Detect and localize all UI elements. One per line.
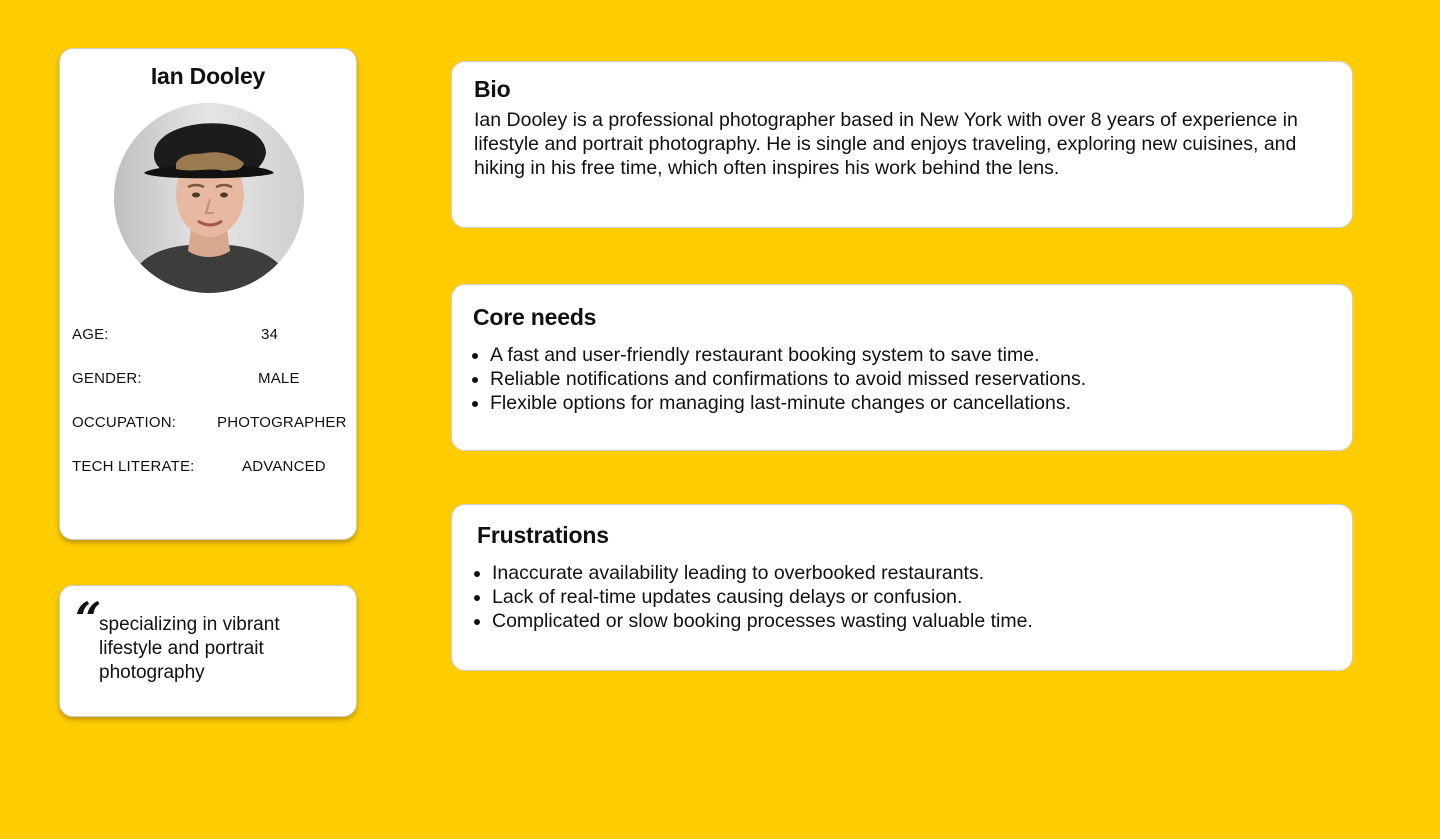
quote-text: specializing in vibrant lifestyle and po… (99, 614, 280, 683)
list-item: Reliable notifications and confirmations… (490, 367, 1086, 391)
frustrations-heading: Frustrations (477, 522, 609, 548)
tech-literate-label: TECH LITERATE: (72, 458, 195, 475)
list-item: Inaccurate availability leading to overb… (492, 561, 1033, 585)
frustrations-card: Frustrations Inaccurate availability lea… (451, 504, 1353, 671)
gender-row: GENDER: MALE (72, 370, 350, 390)
occupation-value: PHOTOGRAPHER (217, 414, 347, 431)
tech-literate-value: ADVANCED (242, 458, 326, 475)
portrait-photo-icon (114, 103, 304, 293)
bio-card: Bio Ian Dooley is a professional photogr… (451, 61, 1353, 228)
core-needs-list: A fast and user-friendly restaurant book… (472, 343, 1086, 415)
core-needs-card: Core needs A fast and user-friendly rest… (451, 284, 1353, 451)
core-needs-heading: Core needs (473, 304, 597, 330)
gender-label: GENDER: (72, 370, 142, 387)
list-item: Lack of real-time updates causing delays… (492, 585, 1033, 609)
age-value: 34 (261, 326, 279, 343)
frustrations-list: Inaccurate availability leading to overb… (474, 561, 1033, 633)
list-item: Flexible options for managing last-minut… (490, 391, 1086, 415)
list-item: A fast and user-friendly restaurant book… (490, 343, 1086, 367)
list-item: Complicated or slow booking processes wa… (492, 609, 1033, 633)
quote-mark-icon: “ (75, 592, 102, 646)
bio-text: Ian Dooley is a professional photographe… (474, 109, 1298, 179)
tech-literate-row: TECH LITERATE: ADVANCED (72, 458, 350, 478)
quote-card: “ specializing in vibrant lifestyle and … (59, 585, 357, 717)
occupation-row: OCCUPATION: PHOTOGRAPHER (72, 414, 350, 434)
occupation-label: OCCUPATION: (72, 414, 177, 431)
gender-value: MALE (258, 370, 300, 387)
age-label: AGE: (72, 326, 109, 343)
bio-heading: Bio (474, 76, 511, 102)
profile-card: Ian Dooley AGE: 34 GENDER: MALE OCCUPATI… (59, 48, 357, 540)
avatar (114, 103, 304, 293)
profile-name: Ian Dooley (150, 63, 266, 89)
age-row: AGE: 34 (72, 326, 350, 346)
